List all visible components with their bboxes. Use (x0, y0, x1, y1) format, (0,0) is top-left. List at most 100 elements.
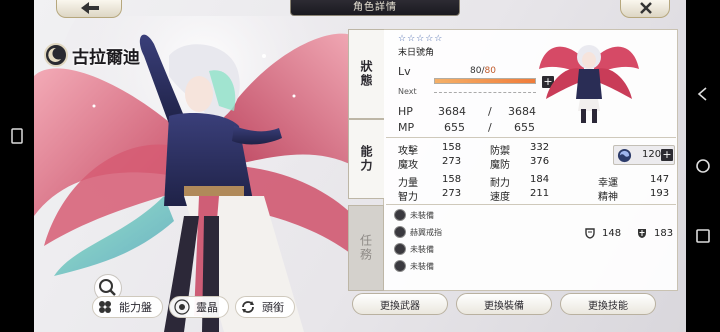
stat-str-value: 158 (442, 174, 462, 185)
stat-def-value: 332 (530, 142, 550, 153)
back-button[interactable] (56, 0, 122, 18)
stat-mdef-value: 376 (530, 156, 550, 167)
tab-status[interactable]: 狀態 (348, 29, 384, 119)
level-current: 80 (470, 66, 482, 76)
element-dark-icon (44, 43, 68, 67)
back-arrow-icon (81, 2, 99, 14)
ability-board-icon (99, 301, 111, 313)
stat-matk-value: 273 (442, 156, 462, 167)
divider (386, 137, 676, 138)
weapon-slot-icon (394, 209, 406, 221)
stat-spd-label: 速度 (490, 192, 510, 203)
hp-max: 3684 (508, 105, 536, 118)
overview-nav-icon[interactable] (695, 228, 711, 244)
change-gear-button[interactable]: 更換裝備 (456, 293, 552, 315)
shield-cross-icon (638, 229, 646, 238)
hp-label: HP (398, 105, 413, 118)
tab-mission[interactable]: 任務 (348, 205, 384, 291)
character-chibi (539, 45, 639, 123)
stat-def: 防禦 (490, 142, 510, 157)
magic-defense: 183 (636, 227, 673, 239)
stat-int-label: 智力 (398, 192, 418, 203)
stat-atk-value: 158 (442, 142, 462, 153)
ability-board-button[interactable]: 能力盤 (92, 296, 163, 318)
ring-icon (394, 226, 406, 238)
equip-slot-label: 未裝備 (410, 244, 434, 254)
change-weapon-button[interactable]: 更換武器 (352, 293, 448, 315)
change-skill-button[interactable]: 更換技能 (560, 293, 656, 315)
stat-spd-value: 211 (530, 188, 550, 199)
stat-int: 智力 (398, 188, 418, 203)
ability-board-label: 能力盤 (119, 301, 152, 314)
hp-separator: / (488, 105, 492, 118)
equip-slot-label: 未裝備 (410, 210, 434, 220)
stat-luck: 幸運 (598, 174, 618, 189)
equip-slot-extra[interactable]: 未裝備 (394, 259, 434, 273)
spirit-button[interactable]: 靈晶 (169, 296, 229, 318)
equip-slot-armor[interactable]: 未裝備 (394, 242, 434, 256)
system-nav-left (0, 0, 34, 332)
stat-str: 力量 (398, 174, 418, 189)
mp-current: 655 (444, 121, 465, 134)
stat-atk: 攻擊 (398, 142, 418, 157)
action-button-row: 更換武器 更換裝備 更換技能 (352, 293, 656, 315)
next-label: Next (398, 87, 417, 96)
recent-apps-icon[interactable] (9, 128, 25, 144)
title-label: 頭銜 (262, 301, 284, 314)
level-label: Lv (398, 65, 411, 78)
level-progress-bar (434, 78, 536, 84)
next-exp-line (434, 92, 536, 93)
character-art: 古拉爾迪 (34, 0, 354, 332)
title-button[interactable]: 頭銜 (235, 296, 295, 318)
close-button[interactable] (620, 0, 670, 18)
stat-spi-label: 精神 (598, 192, 618, 203)
stat-vit-value: 184 (530, 174, 550, 185)
spirit-crystal-icon (174, 299, 190, 315)
mp-max: 655 (514, 121, 535, 134)
stat-spi-value: 193 (650, 188, 670, 199)
character-name: 古拉爾迪 (72, 47, 140, 68)
swirl-icon (617, 148, 632, 163)
tab-ability[interactable]: 能力 (348, 119, 384, 199)
power-plus-button[interactable]: + (661, 149, 673, 161)
spirit-label: 靈晶 (196, 301, 218, 314)
refresh-arrows-icon (242, 301, 254, 313)
magic-defense-value: 183 (654, 227, 674, 239)
stat-spi: 精神 (598, 188, 618, 203)
stat-luck-value: 147 (650, 174, 670, 185)
divider (386, 204, 676, 205)
level-value: 80/80 (470, 66, 496, 76)
equip-slot-accessory[interactable]: 赫翼戒指 (394, 225, 442, 239)
mp-label: MP (398, 121, 415, 134)
stat-mdef: 魔防 (490, 156, 510, 171)
level-max: 80 (484, 66, 496, 76)
top-bar: 角色詳情 (34, 0, 686, 18)
character-role: 末日號角 (398, 48, 435, 58)
extra-slot-icon (394, 260, 406, 272)
stat-matk: 魔攻 (398, 156, 418, 171)
mp-separator: / (488, 121, 492, 134)
bottom-button-row: 能力盤 靈晶 頭銜 (92, 296, 295, 318)
stat-int-value: 273 (442, 188, 462, 199)
shield-line-icon (585, 228, 595, 239)
close-icon (640, 2, 652, 14)
back-nav-icon[interactable] (695, 86, 711, 102)
physical-defense: 148 (584, 227, 621, 239)
power-box: 120 + (613, 145, 675, 165)
game-screen: 古拉爾迪 能力盤 靈晶 頭銜 角色詳情 ☆☆☆☆☆ 末日號角 Lv 80/80 … (34, 0, 686, 332)
stat-spd: 速度 (490, 188, 510, 203)
physical-defense-value: 148 (602, 227, 622, 239)
equip-slot-weapon[interactable]: 未裝備 (394, 208, 434, 222)
power-value: 120 (642, 149, 662, 160)
stat-vit: 耐力 (490, 174, 510, 189)
character-name-plate: 古拉爾迪 (44, 42, 140, 68)
hp-current: 3684 (438, 105, 466, 118)
panel-tabs: 狀態 能力 任務 (348, 29, 384, 291)
armor-slot-icon (394, 243, 406, 255)
home-nav-icon[interactable] (695, 158, 711, 174)
page-title: 角色詳情 (290, 0, 460, 16)
character-info-panel: ☆☆☆☆☆ 末日號角 Lv 80/80 + Next HP 3684 / 368… (348, 29, 678, 291)
stat-matk-label: 魔攻 (398, 160, 418, 171)
rarity-stars: ☆☆☆☆☆ (398, 34, 444, 44)
stat-mdef-label: 魔防 (490, 160, 510, 171)
